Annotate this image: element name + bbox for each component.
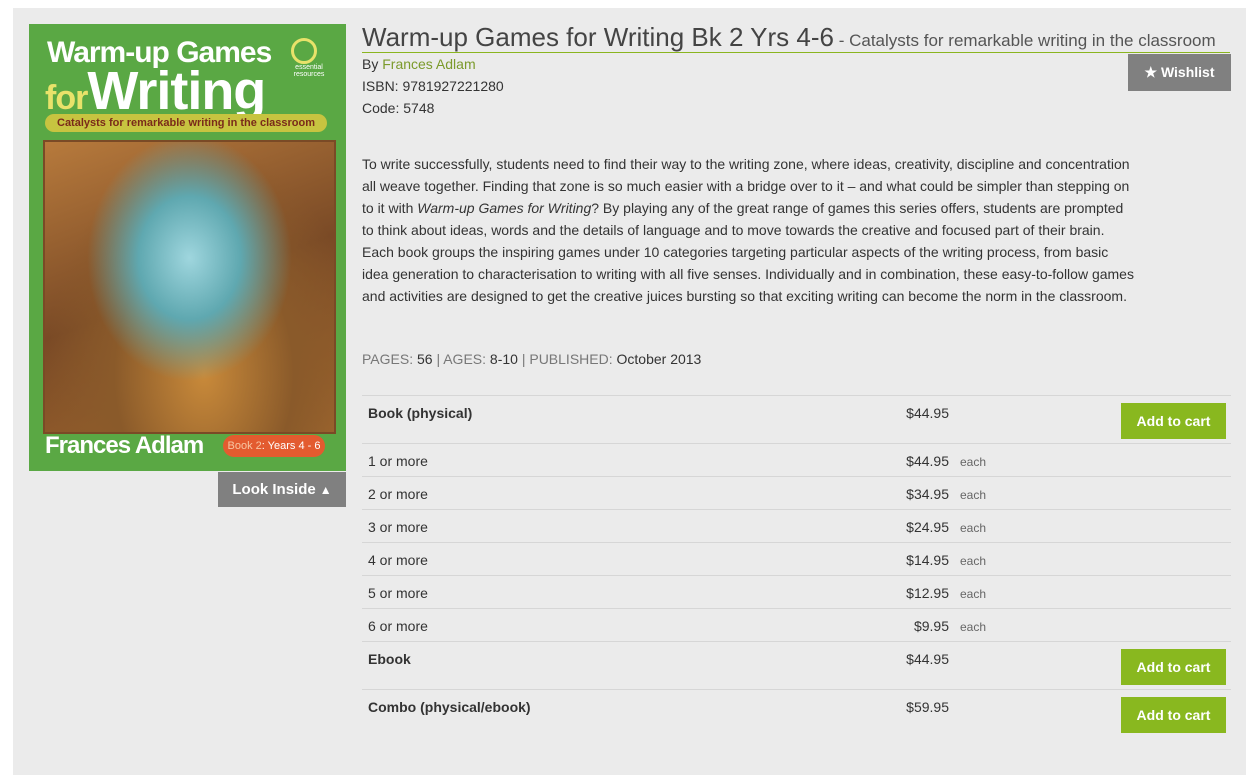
pages-label: PAGES:: [362, 351, 414, 367]
tier-price: $24.95: [906, 519, 949, 535]
tier-label: 2 or more: [368, 486, 428, 502]
product-description: To write successfully, students need to …: [362, 153, 1137, 307]
tier-price: $9.95: [913, 618, 949, 634]
description-book-title: Warm-up Games for Writing: [417, 200, 592, 216]
tier-each: each: [960, 620, 987, 634]
wishlist-label: Wishlist: [1160, 64, 1215, 80]
tier-label: 6 or more: [368, 618, 428, 634]
chevron-up-icon: ▲: [319, 483, 332, 497]
details-separator: |: [436, 351, 441, 367]
tier-price: $44.95: [906, 453, 949, 469]
format-price: $44.95: [906, 651, 949, 667]
book-cover-image[interactable]: Warm-up Games forWriting essential resou…: [29, 24, 346, 471]
add-to-cart-combo-button[interactable]: Add to cart: [1121, 697, 1226, 733]
details-separator: |: [521, 351, 526, 367]
look-inside-button[interactable]: Look Inside ▲: [218, 472, 346, 507]
pricing-table: Book (physical) $44.95 Add to cart 1 or …: [362, 395, 1231, 737]
publisher-logo-icon: [291, 38, 317, 64]
cover-subtitle: Catalysts for remarkable writing in the …: [45, 114, 327, 132]
publisher-logo-text: essential resources: [293, 64, 325, 78]
pricing-tier-row: 4 or more $14.95 each: [362, 542, 1231, 575]
cover-title-for: for: [45, 79, 88, 117]
cover-level-badge: Book 2: Years 4 - 6: [223, 435, 325, 457]
tier-each: each: [960, 554, 987, 568]
tier-label: 4 or more: [368, 552, 428, 568]
tier-label: 5 or more: [368, 585, 428, 601]
add-to-cart-book-button[interactable]: Add to cart: [1121, 403, 1226, 439]
tier-label: 3 or more: [368, 519, 428, 535]
author-line: By Frances Adlam: [362, 56, 476, 72]
format-label: Ebook: [368, 651, 411, 667]
product-code: Code: 5748: [362, 100, 435, 116]
pricing-tier-row: 6 or more $9.95 each: [362, 608, 1231, 641]
add-to-cart-ebook-button[interactable]: Add to cart: [1121, 649, 1226, 685]
pricing-tier-row: 2 or more $34.95 each: [362, 476, 1231, 509]
tier-each: each: [960, 488, 987, 502]
published-value: October 2013: [616, 351, 702, 367]
pricing-tier-row: 3 or more $24.95 each: [362, 509, 1231, 542]
format-price: $59.95: [906, 699, 949, 715]
tier-price: $12.95: [906, 585, 949, 601]
product-subtitle: - Catalysts for remarkable writing in th…: [833, 31, 1216, 50]
tier-price: $34.95: [906, 486, 949, 502]
format-label: Book (physical): [368, 405, 473, 421]
look-inside-label: Look Inside: [232, 481, 316, 498]
cover-badge-book: Book 2: [227, 440, 262, 452]
ages-value: 8-10: [489, 351, 518, 367]
published-label: PUBLISHED:: [529, 351, 613, 367]
isbn: ISBN: 9781927221280: [362, 78, 504, 94]
tier-label: 1 or more: [368, 453, 428, 469]
ages-label: AGES:: [443, 351, 487, 367]
tier-each: each: [960, 587, 987, 601]
star-icon: ★: [1144, 64, 1158, 80]
cover-title-writing: Writing: [87, 61, 266, 121]
tier-price: $14.95: [906, 552, 949, 568]
product-title-row: Warm-up Games for Writing Bk 2 Yrs 4-6 -…: [362, 22, 1230, 53]
format-label: Combo (physical/ebook): [368, 699, 531, 715]
product-details: PAGES: 56 | AGES: 8-10 | PUBLISHED: Octo…: [362, 351, 701, 367]
pricing-row-ebook: Ebook $44.95 Add to cart: [362, 641, 1231, 689]
tier-each: each: [960, 521, 987, 535]
pricing-tier-row: 5 or more $12.95 each: [362, 575, 1231, 608]
pricing-row-book: Book (physical) $44.95 Add to cart: [362, 395, 1231, 443]
cover-illustration: [43, 140, 336, 434]
wishlist-button[interactable]: ★ Wishlist: [1128, 54, 1231, 91]
pricing-tier-row: 1 or more $44.95 each: [362, 443, 1231, 476]
author-link[interactable]: Frances Adlam: [382, 56, 475, 72]
pages-value: 56: [416, 351, 433, 367]
cover-author: Frances Adlam: [45, 432, 204, 459]
format-price: $44.95: [906, 405, 949, 421]
product-title: Warm-up Games for Writing Bk 2 Yrs 4-6: [362, 22, 834, 52]
pricing-row-combo: Combo (physical/ebook) $59.95 Add to car…: [362, 689, 1231, 737]
by-label: By: [362, 56, 383, 72]
tier-each: each: [960, 455, 987, 469]
cover-badge-years: : Years 4 - 6: [261, 440, 321, 452]
